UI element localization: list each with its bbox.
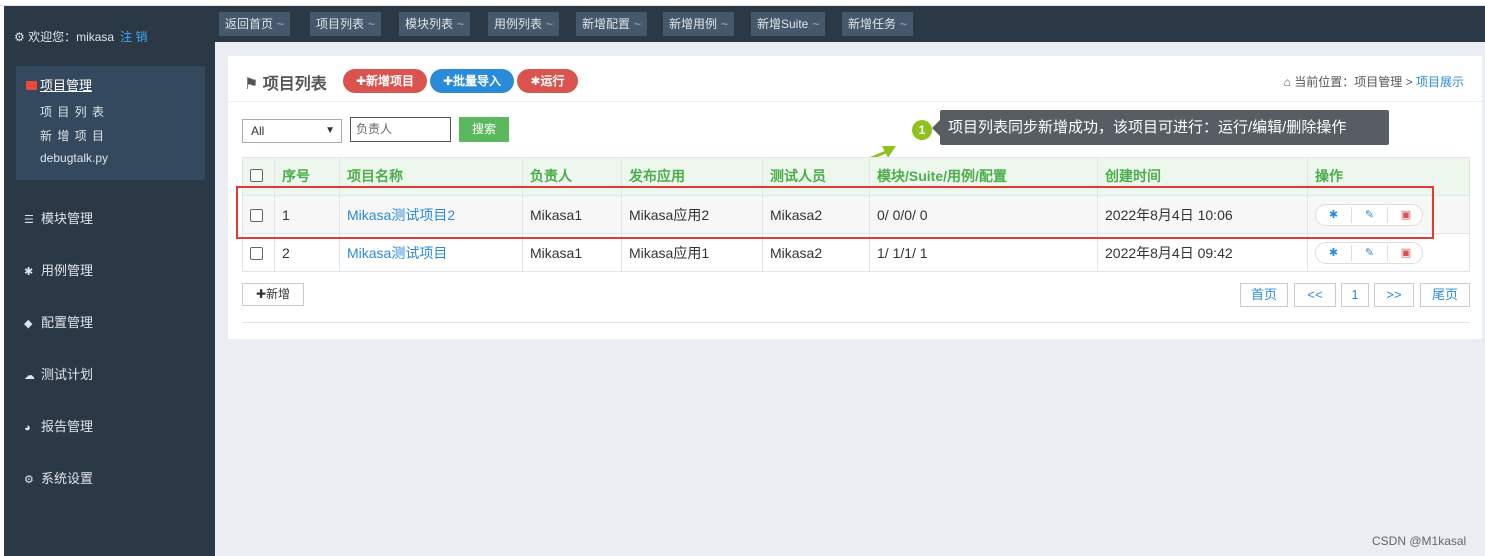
batch-import-button[interactable]: ✚批量导入: [430, 69, 514, 93]
edit-icon[interactable]: ✎: [1352, 244, 1388, 261]
logout-link[interactable]: 注 销: [120, 30, 147, 44]
tab-home[interactable]: 返回首页 ~: [219, 12, 291, 36]
tab-new-task[interactable]: 新增任务 ~: [842, 12, 914, 36]
tab-wave-icon: ~: [457, 17, 465, 31]
pager-next[interactable]: >>: [1374, 283, 1414, 307]
cloud-icon: ☁: [24, 370, 35, 382]
pager-page-1[interactable]: 1: [1341, 283, 1369, 307]
sidebar-item-project-management[interactable]: 项目管理: [26, 75, 92, 94]
tip-badge: 1: [912, 120, 932, 140]
cell-owner: Mikasa1: [522, 233, 622, 272]
breadcrumb-current[interactable]: 项目展示: [1416, 75, 1464, 89]
tab-module-list[interactable]: 模块列表 ~: [399, 12, 471, 36]
cell-counts: 1/ 1/1/ 1: [869, 233, 1098, 272]
cell-index: 2: [274, 233, 340, 272]
folder-icon: [26, 81, 37, 90]
tab-wave-icon: ~: [812, 17, 820, 31]
pager-last[interactable]: 尾页: [1420, 283, 1470, 307]
panel-header: ⚑ 项目列表 ✚新增项目 ✚批量导入 ✱运行 ⌂ 当前位置：项目管理 > 项目展…: [228, 56, 1482, 102]
sidebar-subitem-debugtalk[interactable]: debugtalk.py: [40, 151, 108, 165]
cell-tester: Mikasa2: [762, 233, 870, 272]
pager-first[interactable]: 首页: [1240, 283, 1288, 307]
tab-case-list[interactable]: 用例列表 ~: [488, 12, 560, 36]
new-project-button[interactable]: ✚新增项目: [343, 69, 427, 93]
watermark: CSDN @M1kasal: [1372, 534, 1467, 548]
tab-new-suite[interactable]: 新增Suite ~: [751, 12, 826, 36]
tab-wave-icon: ~: [368, 17, 376, 31]
tab-project-list[interactable]: 项目列表 ~: [310, 12, 382, 36]
sidebar-item-module[interactable]: ☰ 模块管理: [24, 208, 93, 227]
action-group: ✱ ✎ ▣: [1315, 241, 1424, 264]
sidebar-item-report[interactable]: ◕ 报告管理: [24, 416, 93, 435]
dashboard-icon: ⚙: [14, 30, 29, 44]
list-icon: ☰: [24, 214, 34, 226]
project-name-link[interactable]: Mikasa测试项目: [339, 233, 523, 272]
highlight-box: [236, 186, 1434, 239]
cell-app: Mikasa应用1: [621, 233, 763, 272]
sidebar-item-config[interactable]: ◆ 配置管理: [24, 312, 93, 331]
sidebar-subitem-new-project[interactable]: 新 增 项 目: [40, 127, 105, 144]
sidebar-group-project: 项目管理 项 目 列 表 新 增 项 目 debugtalk.py: [16, 66, 205, 180]
tab-bar: 返回首页 ~ 项目列表 ~ 模块列表 ~ 用例列表 ~ 新增配置 ~ 新增用例 ~ 新增Su…: [215, 6, 1485, 42]
tab-wave-icon: ~: [900, 17, 908, 31]
row-checkbox[interactable]: [250, 247, 263, 261]
flag-icon: ⚑: [244, 76, 263, 93]
bug-icon: ✱: [530, 74, 541, 88]
sidebar-subitem-project-list[interactable]: 项 目 列 表: [40, 103, 105, 120]
cogs-icon: ⚙: [24, 474, 34, 486]
add-button[interactable]: ✚新增: [242, 283, 304, 306]
run-bug-icon[interactable]: ✱: [1316, 244, 1352, 261]
cell-actions: ✱ ✎ ▣: [1307, 233, 1470, 272]
filter-select[interactable]: All ▼: [242, 119, 342, 143]
tab-new-config[interactable]: 新增配置 ~: [576, 12, 648, 36]
row-select-cell: [242, 233, 275, 272]
tags-icon: ◆: [24, 318, 33, 330]
home-icon: ⌂: [1283, 75, 1295, 89]
tab-wave-icon: ~: [721, 17, 729, 31]
welcome-text: ⚙ 欢迎您：mikasa 注 销: [14, 30, 148, 44]
breadcrumb: ⌂ 当前位置：项目管理 > 项目展示: [1283, 75, 1464, 89]
chevron-down-icon: ▼: [325, 125, 335, 136]
tip-tooltip: 项目列表同步新增成功，该项目可进行：运行/编辑/删除操作: [932, 110, 1389, 145]
cell-created: 2022年8月4日 09:42: [1097, 233, 1308, 272]
search-button[interactable]: 搜索: [459, 117, 509, 142]
tab-wave-icon: ~: [634, 17, 642, 31]
pager-prev[interactable]: <<: [1294, 283, 1336, 307]
bug-icon: ✱: [24, 266, 34, 278]
select-all-checkbox[interactable]: [250, 168, 263, 182]
sidebar-item-case[interactable]: ✱ 用例管理: [24, 260, 93, 279]
tab-wave-icon: ~: [546, 17, 554, 31]
trash-icon[interactable]: ▣: [1388, 245, 1424, 261]
tab-wave-icon: ~: [277, 17, 285, 31]
tab-new-case[interactable]: 新增用例 ~: [663, 12, 735, 36]
run-button[interactable]: ✱运行: [517, 69, 578, 93]
divider: [242, 322, 1470, 323]
sidebar-item-plan[interactable]: ☁ 测试计划: [24, 364, 93, 383]
owner-search-input[interactable]: 负责人: [350, 117, 451, 142]
table-row: 2 Mikasa测试项目 Mikasa1 Mikasa应用1 Mikasa2 1…: [242, 233, 1470, 272]
dashboard-icon: ◕: [24, 422, 31, 434]
page-title: ⚑ 项目列表: [244, 76, 327, 93]
sidebar-item-settings[interactable]: ⚙ 系统设置: [24, 468, 93, 487]
sidebar: ⚙ 欢迎您：mikasa 注 销 项目管理 项 目 列 表 新 增 项 目 deb…: [4, 6, 215, 556]
